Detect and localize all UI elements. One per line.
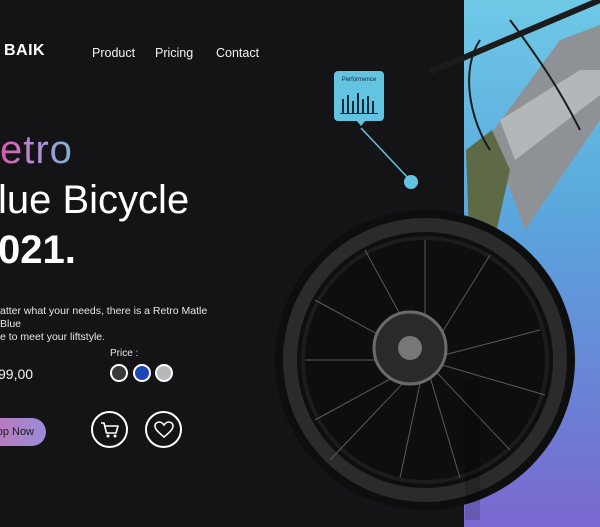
performance-bars-icon <box>340 93 378 114</box>
performance-callout[interactable]: Performence <box>334 71 384 121</box>
callout-connector <box>360 127 418 189</box>
performance-callout-pointer <box>356 120 366 126</box>
performance-title: Performence <box>341 77 377 83</box>
